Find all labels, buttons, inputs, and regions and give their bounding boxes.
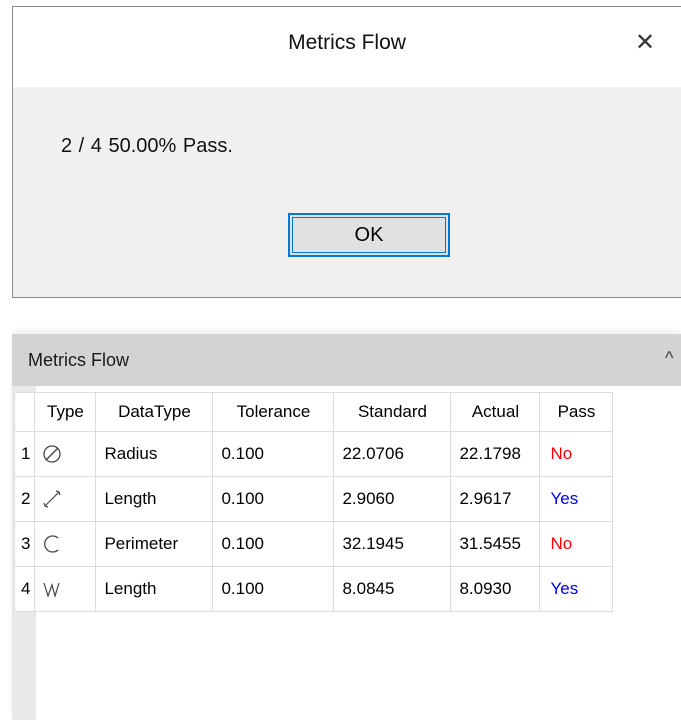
header-standard[interactable]: Standard [333,392,452,432]
collapse-chevron-icon[interactable]: ^ [665,348,681,368]
row-index: 1 [13,431,36,477]
actual-cell[interactable]: 2.9617 [450,476,541,522]
actual-cell[interactable]: 22.1798 [450,431,541,477]
panel-body: Type DataType Tolerance Standard Actual … [12,386,681,720]
table-row[interactable]: 1 Radius 0.100 22.0706 22.1798 No [13,431,614,477]
datatype-cell[interactable]: Length [95,476,214,522]
actual-cell[interactable]: 8.0930 [450,566,541,612]
datatype-cell[interactable]: Length [95,566,214,612]
table-row[interactable]: 4 Length 0.100 8.0845 8.0930 Yes [13,566,614,612]
pass-cell[interactable]: Yes [539,566,614,612]
type-cell[interactable] [34,521,97,567]
datatype-cell[interactable]: Perimeter [95,521,214,567]
type-cell[interactable] [34,431,97,477]
metrics-flow-panel: Metrics Flow ^ Type DataType Tolerance S… [12,334,681,720]
standard-cell[interactable]: 32.1945 [333,521,452,567]
pass-cell[interactable]: No [539,431,614,477]
header-pass[interactable]: Pass [539,392,614,432]
metrics-table: Type DataType Tolerance Standard Actual … [13,392,614,612]
row-index: 4 [13,566,36,612]
arc-icon [44,535,59,553]
panel-header: Metrics Flow ^ [12,334,681,386]
tolerance-cell[interactable]: 0.100 [212,476,335,522]
actual-cell[interactable]: 31.5455 [450,521,541,567]
datatype-cell[interactable]: Radius [95,431,214,477]
type-cell[interactable] [34,476,97,522]
pass-cell[interactable]: Yes [539,476,614,522]
ok-button[interactable]: OK [288,213,450,257]
tolerance-cell[interactable]: 0.100 [212,521,335,567]
table-row[interactable]: 2 Length 0.100 2.9060 2.9617 Yes [13,476,614,522]
type-cell[interactable] [34,566,97,612]
dialog-titlebar: Metrics Flow ✕ [13,7,681,87]
header-tolerance[interactable]: Tolerance [212,392,335,432]
diameter-icon [43,445,62,463]
row-index: 2 [13,476,36,522]
standard-cell[interactable]: 2.9060 [333,476,452,522]
panel-title: Metrics Flow [28,350,130,370]
line-length-icon [43,490,62,508]
dialog-title: Metrics Flow [288,31,406,54]
header-index [13,392,36,432]
close-icon[interactable]: ✕ [631,29,659,57]
header-type[interactable]: Type [34,392,97,432]
tolerance-cell[interactable]: 0.100 [212,566,335,612]
table-row[interactable]: 3 Perimeter 0.100 32.1945 31.5455 No [13,521,614,567]
header-actual[interactable]: Actual [450,392,541,432]
standard-cell[interactable]: 22.0706 [333,431,452,477]
polyline-icon [43,582,61,599]
dialog-message: 2 / 4 50.00% Pass. [61,135,233,157]
table-header-row: Type DataType Tolerance Standard Actual … [13,392,614,432]
standard-cell[interactable]: 8.0845 [333,566,452,612]
pass-cell[interactable]: No [539,521,614,567]
message-dialog: Metrics Flow ✕ 2 / 4 50.00% Pass. OK [12,6,681,298]
header-datatype[interactable]: DataType [95,392,214,432]
row-index: 3 [13,521,36,567]
tolerance-cell[interactable]: 0.100 [212,431,335,477]
